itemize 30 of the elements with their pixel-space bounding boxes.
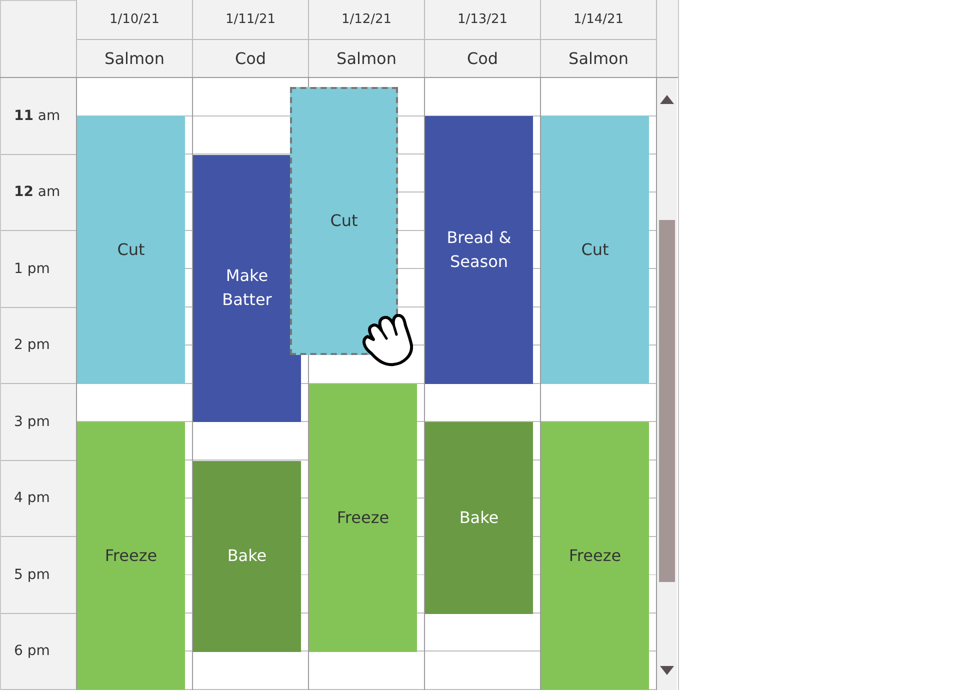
hour-label: 11 am <box>14 108 60 124</box>
hand-cursor-icon <box>360 314 413 367</box>
hour-label: 3 pm <box>14 414 50 430</box>
task-block[interactable]: Freeze <box>77 422 185 690</box>
date-header: 1/10/21 <box>77 0 192 40</box>
date-header: 1/13/21 <box>425 0 540 40</box>
hour-label: 1 pm <box>14 260 50 277</box>
task-block[interactable]: Cut <box>541 116 649 384</box>
hour-label: 2 pm <box>14 337 50 354</box>
scroll-thumb[interactable] <box>659 220 675 582</box>
hour-label: 4 pm <box>14 490 50 506</box>
task-block[interactable]: Freeze <box>541 422 649 690</box>
task-block[interactable]: Bread & Season <box>425 116 533 384</box>
task-block[interactable]: Cut <box>77 116 185 384</box>
scroll-down-icon[interactable] <box>660 666 674 675</box>
fish-header: Cod <box>234 48 268 70</box>
date-header: 1/11/21 <box>193 0 308 40</box>
scroll-up-icon[interactable] <box>660 95 674 104</box>
task-block[interactable]: Freeze <box>309 384 417 652</box>
fish-header: Salmon <box>104 48 166 70</box>
fish-header: Salmon <box>336 48 398 70</box>
date-header: 1/14/21 <box>541 0 656 40</box>
hour-label: 5 pm <box>14 566 50 583</box>
task-block[interactable]: Make Batter <box>193 154 301 422</box>
fish-header: Cod <box>466 48 500 70</box>
hour-label: 6 pm <box>14 643 50 660</box>
hour-label: 12 am <box>14 184 60 200</box>
scrollbar[interactable] <box>657 78 677 690</box>
fish-header: Salmon <box>568 48 630 70</box>
date-header: 1/12/21 <box>309 0 424 40</box>
